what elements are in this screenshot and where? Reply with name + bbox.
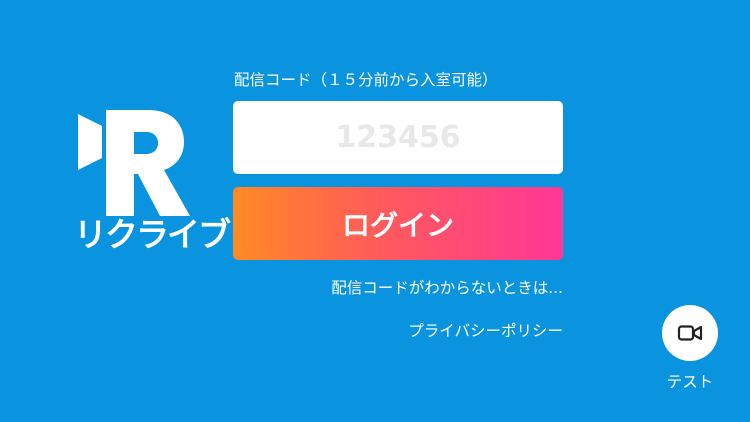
brand-logo-text: リクライブ	[74, 215, 231, 254]
delivery-code-input[interactable]	[233, 101, 563, 174]
test-label: テスト	[666, 373, 714, 391]
r-camera-logo-icon	[78, 110, 190, 216]
login-button[interactable]: ログイン	[233, 187, 563, 260]
test-button[interactable]	[662, 305, 718, 361]
privacy-policy-link[interactable]: プライバシーポリシー	[408, 319, 563, 341]
forgot-code-link[interactable]: 配信コードがわからないときは...	[331, 276, 563, 298]
video-camera-icon	[677, 325, 703, 341]
delivery-code-label: 配信コード（１５分前から入室可能）	[234, 71, 498, 89]
